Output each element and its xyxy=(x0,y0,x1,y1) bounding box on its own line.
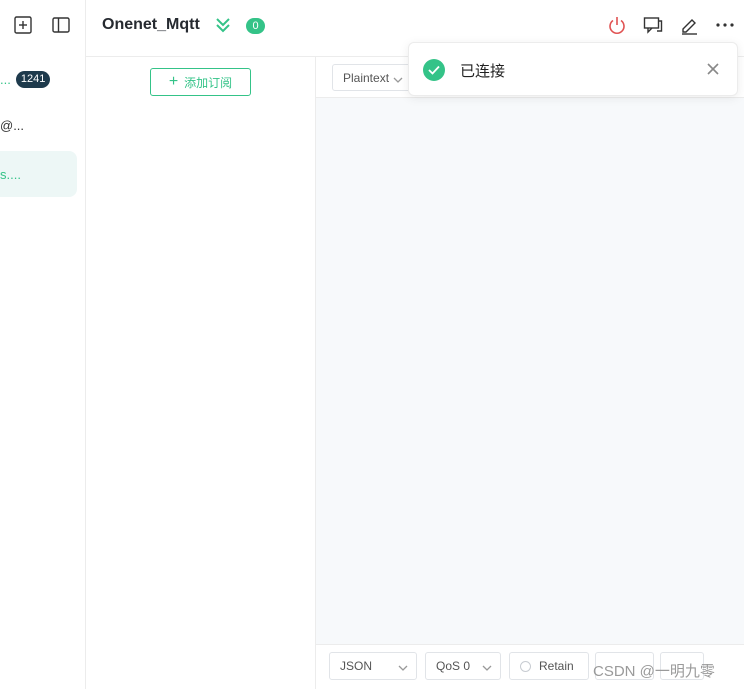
payload-format-value: Plaintext xyxy=(343,70,390,85)
toast-message: 已连接 xyxy=(460,63,506,80)
retain-radio[interactable] xyxy=(520,660,531,672)
sidebar-item-connection-3[interactable]: s.... xyxy=(0,151,77,197)
success-check-icon xyxy=(423,59,445,81)
connected-toast: 已连接 xyxy=(408,42,738,96)
new-connection-icon[interactable] xyxy=(12,14,34,36)
messages-panel: Plaintext xyxy=(316,57,744,644)
message-count-badge: 0 xyxy=(246,18,265,34)
disconnect-icon[interactable] xyxy=(606,14,628,36)
sidebar-item-connection-1[interactable]: ... 1241 xyxy=(0,56,77,102)
new-window-icon[interactable] xyxy=(642,14,664,36)
connections-sidebar: ... 1241 @... s.... xyxy=(0,0,86,689)
retain-label: Retain xyxy=(539,659,574,673)
edit-icon[interactable] xyxy=(678,14,700,36)
connection-title: Onenet_Mqtt xyxy=(102,16,200,33)
subscriptions-panel: + 添加订阅 xyxy=(86,57,316,689)
sidebar-toolbar xyxy=(12,14,72,36)
unread-count-badge: 1241 xyxy=(15,70,51,88)
retain-toggle[interactable]: Retain xyxy=(509,652,589,680)
payload-type-value: JSON xyxy=(340,659,373,673)
more-icon[interactable] xyxy=(714,14,736,36)
collapse-chevrons-icon[interactable] xyxy=(214,16,232,39)
add-subscription-button[interactable]: + 添加订阅 xyxy=(150,68,251,96)
add-subscription-label: 添加订阅 xyxy=(184,75,233,90)
sidebar-item-connection-2[interactable]: @... xyxy=(0,102,77,148)
close-icon[interactable] xyxy=(705,61,721,77)
chevron-down-icon xyxy=(393,73,403,87)
connection-name: s.... xyxy=(0,166,21,182)
plus-icon: + xyxy=(168,73,179,90)
qos-select[interactable]: QoS 0 xyxy=(425,652,501,680)
qos-value: QoS 0 xyxy=(436,659,471,673)
connection-name: ... xyxy=(0,71,11,87)
payload-format-select[interactable]: Plaintext xyxy=(332,64,412,91)
chevron-down-icon xyxy=(482,661,492,675)
payload-type-select[interactable]: JSON xyxy=(329,652,417,680)
watermark: CSDN @一明九零 xyxy=(593,663,715,680)
chevron-down-icon xyxy=(398,661,408,675)
toggle-sidebar-icon[interactable] xyxy=(50,14,72,36)
header-actions xyxy=(606,14,736,36)
app-window: ... 1241 @... s.... Onenet_Mqtt 0 + 添加订阅… xyxy=(0,0,744,689)
connection-name: @... xyxy=(0,117,25,133)
